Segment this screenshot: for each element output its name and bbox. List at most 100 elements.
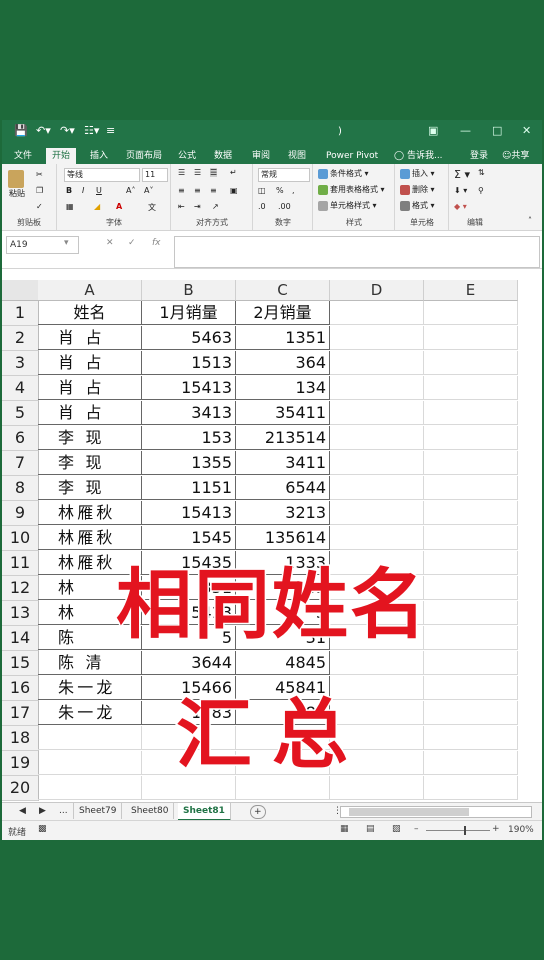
tab-view[interactable]: 视图 — [282, 148, 312, 164]
normal-view-icon[interactable]: ▦ — [340, 824, 349, 834]
formula-input[interactable] — [174, 236, 540, 268]
share-button[interactable]: ☺共享 — [496, 148, 535, 164]
row-header[interactable]: 10 — [2, 526, 39, 551]
paste-button[interactable]: 粘贴 — [8, 170, 26, 199]
row-header[interactable]: 9 — [2, 501, 39, 526]
cell-e10[interactable] — [424, 526, 518, 550]
sort-filter-icon[interactable]: ⇅ — [478, 168, 485, 177]
format-cells-button[interactable]: 格式 ▾ — [400, 200, 435, 211]
cell-d2[interactable] — [330, 326, 424, 350]
cell-a8[interactable]: 李 现 — [38, 476, 142, 500]
italic-icon[interactable]: I — [82, 186, 84, 195]
cell-d3[interactable] — [330, 351, 424, 375]
cell-d7[interactable] — [330, 451, 424, 475]
horizontal-scroll-thumb[interactable] — [349, 808, 469, 816]
row-header[interactable]: 8 — [2, 476, 39, 501]
cell-e5[interactable] — [424, 401, 518, 425]
sheet-tab-sheet80[interactable]: Sheet80 — [126, 803, 175, 819]
scroll-left-icon[interactable]: ◀ — [14, 803, 31, 819]
format-as-table-button[interactable]: 套用表格格式 ▾ — [318, 184, 385, 195]
sheet-tab-sheet81[interactable]: Sheet81 — [178, 803, 231, 821]
row-header[interactable]: 5 — [2, 401, 39, 426]
cell-e6[interactable] — [424, 426, 518, 450]
percent-icon[interactable]: % — [276, 186, 284, 195]
phonetic-icon[interactable]: 文 — [148, 202, 156, 213]
cell-a3[interactable]: 肖 占 — [38, 351, 142, 375]
row-header[interactable]: 7 — [2, 451, 39, 476]
orientation-icon[interactable]: ↗ — [212, 202, 219, 211]
cell-a15[interactable]: 陈 清 — [38, 651, 142, 675]
tell-me-search[interactable]: ◯ 告诉我... — [388, 148, 449, 164]
grow-font-icon[interactable]: A˄ — [126, 186, 135, 195]
cancel-entry-icon[interactable]: ✕ — [106, 238, 114, 248]
cell-a9[interactable]: 林雁秋 — [38, 501, 142, 525]
maximize-icon[interactable]: □ — [492, 124, 502, 137]
conditional-formatting-button[interactable]: 条件格式 ▾ — [318, 168, 369, 179]
cell-d5[interactable] — [330, 401, 424, 425]
cell-c6[interactable]: 213514 — [236, 426, 330, 450]
row-header[interactable]: 4 — [2, 376, 39, 401]
customize-qat-icon[interactable]: ≡ — [106, 124, 115, 137]
cell-b5[interactable]: 3413 — [142, 401, 236, 425]
find-select-icon[interactable]: ⚲ — [478, 186, 484, 195]
zoom-level[interactable]: 190% — [508, 825, 534, 835]
cell-a6[interactable]: 李 现 — [38, 426, 142, 450]
underline-icon[interactable]: U — [96, 186, 102, 195]
tab-formulas[interactable]: 公式 — [172, 148, 202, 164]
insert-function-icon[interactable]: fx — [152, 238, 161, 248]
undo-icon[interactable]: ↶▾ — [36, 124, 51, 137]
decrease-decimal-icon[interactable]: .00 — [278, 202, 291, 211]
cell-d4[interactable] — [330, 376, 424, 400]
cell-a4[interactable]: 肖 占 — [38, 376, 142, 400]
tab-data[interactable]: 数据 — [208, 148, 238, 164]
decrease-indent-icon[interactable]: ⇤ — [178, 202, 185, 211]
cell-c7[interactable]: 3411 — [236, 451, 330, 475]
delete-cells-button[interactable]: 删除 ▾ — [400, 184, 435, 195]
column-header-e[interactable]: E — [424, 280, 518, 301]
confirm-entry-icon[interactable]: ✓ — [128, 238, 136, 248]
fill-color-icon[interactable]: ◢ — [94, 202, 100, 211]
cell-d15[interactable] — [330, 651, 424, 675]
cell-e1[interactable] — [424, 301, 518, 325]
cell-c10[interactable]: 135614 — [236, 526, 330, 550]
cell-c8[interactable]: 6544 — [236, 476, 330, 500]
sign-in-link[interactable]: 登录 — [464, 148, 494, 164]
cut-icon[interactable]: ✂ — [36, 170, 43, 179]
macro-record-icon[interactable]: ▩ — [38, 824, 47, 834]
bottom-align-icon[interactable]: ☰ — [210, 168, 218, 177]
tab-insert[interactable]: 插入 — [84, 148, 114, 164]
tab-review[interactable]: 审阅 — [246, 148, 276, 164]
row-header[interactable]: 15 — [2, 651, 39, 676]
row-header[interactable]: 6 — [2, 426, 39, 451]
currency-icon[interactable]: ◫ — [258, 186, 266, 195]
page-layout-view-icon[interactable]: ▤ — [366, 824, 375, 834]
shrink-font-icon[interactable]: A˅ — [144, 186, 153, 195]
column-header-c[interactable]: C — [236, 280, 330, 301]
row-header[interactable]: 2 — [2, 326, 39, 351]
cell-c15[interactable]: 4845 — [236, 651, 330, 675]
cell-e8[interactable] — [424, 476, 518, 500]
align-center-icon[interactable]: ≡ — [194, 186, 201, 195]
cell-d8[interactable] — [330, 476, 424, 500]
cell-d1[interactable] — [330, 301, 424, 325]
collapse-ribbon-icon[interactable]: ˄ — [528, 216, 532, 225]
sheet-more-button[interactable]: ... — [54, 803, 74, 819]
format-painter-icon[interactable]: ✓ — [36, 202, 43, 211]
touch-mode-icon[interactable]: ☷▾ — [84, 124, 99, 137]
tab-file[interactable]: 文件 — [8, 148, 38, 164]
cell-c9[interactable]: 3213 — [236, 501, 330, 525]
cell-c2[interactable]: 1351 — [236, 326, 330, 350]
cell-c4[interactable]: 134 — [236, 376, 330, 400]
column-header-a[interactable]: A — [38, 280, 142, 301]
fill-icon[interactable]: ⬇ ▾ — [454, 186, 467, 195]
comma-icon[interactable]: , — [292, 186, 295, 195]
cell-a10[interactable]: 林雁秋 — [38, 526, 142, 550]
cell-b6[interactable]: 153 — [142, 426, 236, 450]
cell-e4[interactable] — [424, 376, 518, 400]
cell-d9[interactable] — [330, 501, 424, 525]
cell-b1[interactable]: 1月销量 — [142, 301, 236, 325]
cell-a7[interactable]: 李 现 — [38, 451, 142, 475]
cell-b10[interactable]: 1545 — [142, 526, 236, 550]
autosum-icon[interactable]: Σ ▾ — [454, 168, 470, 181]
cell-e2[interactable] — [424, 326, 518, 350]
